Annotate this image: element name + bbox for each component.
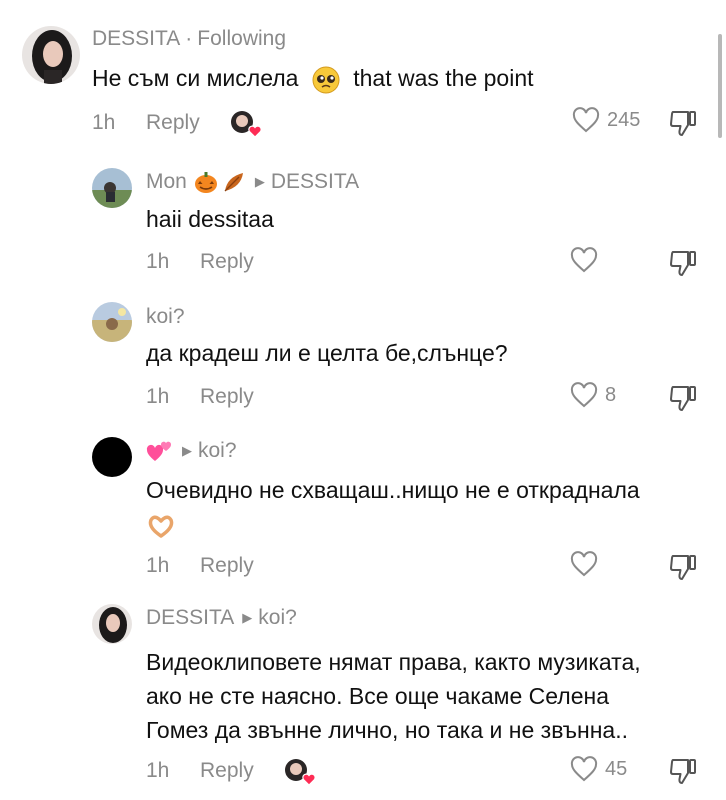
avatar[interactable]	[92, 302, 132, 342]
like-count: 8	[605, 383, 617, 406]
reply-button[interactable]: Reply	[200, 759, 254, 783]
comment-meta: 1h Reply	[146, 758, 316, 786]
comment-text-part: Очевидно не схващаш..нищо не е откраднал…	[146, 477, 640, 503]
like-button[interactable]: 45	[570, 756, 627, 782]
heart-outline-icon	[570, 756, 598, 782]
timestamp: 1h	[92, 111, 116, 134]
dislike-icon[interactable]	[668, 108, 698, 138]
heart-outline-icon	[570, 247, 598, 273]
author-name[interactable]: DESSITA	[92, 27, 180, 51]
heart-outline-icon	[570, 382, 598, 408]
reply-button[interactable]: Reply	[146, 111, 200, 135]
reply-button[interactable]: Reply	[200, 385, 254, 409]
comment-text: Видеоклиповете нямат права, както музика…	[146, 645, 641, 747]
avatar-image	[92, 168, 132, 208]
author-name[interactable]: DESSITA	[146, 606, 234, 630]
creator-liked-badge	[230, 110, 262, 138]
avatar-image	[92, 302, 132, 342]
comment-header: koi?	[146, 305, 185, 329]
two-hearts-emoji-icon	[146, 441, 172, 461]
timestamp: 1h	[146, 759, 170, 782]
comment-meta: 1h Reply	[92, 110, 262, 138]
reply-arrow-icon: ▶	[254, 174, 265, 189]
like-count: 245	[607, 108, 641, 131]
like-button[interactable]: 8	[570, 382, 616, 408]
avatar-image	[92, 604, 132, 644]
comment-text-part: that was the point	[353, 65, 534, 91]
timestamp: 1h	[146, 554, 170, 577]
comment-text: haii dessitaa	[146, 206, 274, 232]
dislike-icon[interactable]	[668, 383, 698, 413]
reply-arrow-icon: ▶	[182, 443, 192, 458]
avatar[interactable]	[92, 604, 132, 644]
comment-meta: 1h Reply	[146, 554, 254, 578]
comment-text-line: Гомез да звънне лично, но така и не звън…	[146, 717, 629, 743]
comment-text-line: ако не сте наясно. Все още чакаме Селена	[146, 683, 609, 709]
avatar-image	[22, 26, 80, 84]
comment-text: Очевидно не схващаш..нищо не е откраднал…	[146, 474, 640, 540]
avatar[interactable]	[92, 168, 132, 208]
reply-button[interactable]: Reply	[200, 554, 254, 578]
following-label: Following	[197, 27, 287, 50]
like-button[interactable]	[570, 247, 598, 273]
reply-button[interactable]: Reply	[200, 250, 254, 274]
comment-header: DESSITA · Following	[92, 27, 286, 51]
reply-to-name[interactable]: koi?	[198, 439, 237, 463]
jack-o-lantern-emoji-icon	[194, 172, 217, 193]
avatar[interactable]	[92, 437, 132, 477]
comment-header: ▶ koi?	[146, 438, 237, 464]
dislike-icon[interactable]	[668, 248, 698, 278]
comment-header: DESSITA ▶ koi?	[146, 606, 297, 630]
avatar[interactable]	[22, 26, 80, 84]
timestamp: 1h	[146, 385, 170, 408]
like-count: 45	[605, 757, 628, 780]
comment-meta: 1h Reply	[146, 385, 254, 409]
author-name[interactable]: Mon	[146, 170, 187, 194]
scrollbar[interactable]	[718, 34, 722, 138]
pleading-face-emoji-icon	[312, 66, 340, 94]
comment-text-part: Не съм си мислела	[92, 65, 299, 91]
creator-liked-badge	[284, 758, 316, 786]
heart-outline-icon	[572, 107, 600, 133]
author-name[interactable]: koi?	[146, 305, 185, 329]
comment-text: Не съм си мислела that was the point	[92, 62, 534, 95]
like-button[interactable]: 245	[572, 107, 640, 133]
heart-outline-icon	[570, 551, 598, 577]
separator: ·	[185, 27, 193, 50]
comment-text-line: Видеоклиповете нямат права, както музика…	[146, 649, 641, 675]
dislike-icon[interactable]	[668, 552, 698, 582]
comment-text: да крадеш ли е целта бе,слънце?	[146, 340, 508, 366]
heart-badge-icon	[248, 125, 262, 138]
heart-hands-emoji-icon	[148, 515, 174, 538]
comment-header: Mon ▶ DESSITA	[146, 169, 359, 195]
reply-to-name[interactable]: DESSITA	[271, 170, 359, 194]
reply-arrow-icon: ▶	[242, 610, 253, 625]
comment-meta: 1h Reply	[146, 250, 254, 274]
reply-to-name[interactable]: koi?	[258, 606, 297, 630]
like-button[interactable]	[570, 551, 598, 577]
timestamp: 1h	[146, 250, 170, 273]
heart-badge-icon	[302, 773, 316, 786]
fallen-leaf-emoji-icon	[224, 173, 243, 192]
dislike-icon[interactable]	[668, 756, 698, 786]
